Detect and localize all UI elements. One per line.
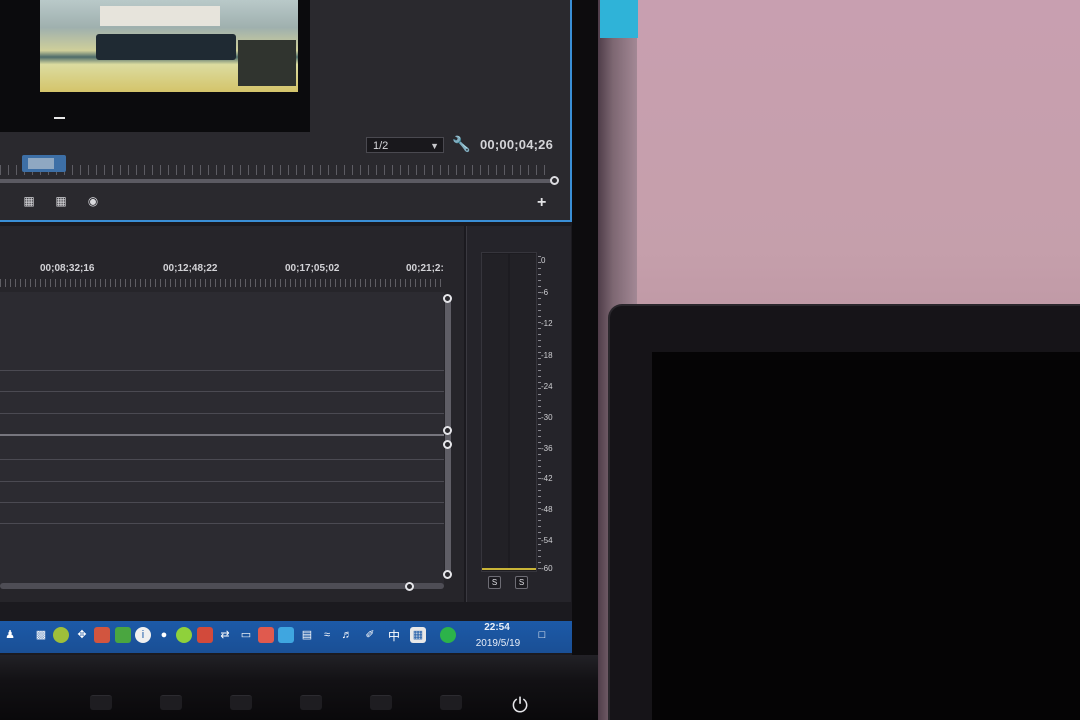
pen-icon[interactable]: ✐ [362, 627, 378, 643]
playhead-inner [28, 158, 54, 169]
app-red2-icon[interactable] [258, 627, 274, 643]
db-label: -12 [541, 319, 553, 328]
track-line [0, 370, 444, 371]
app-lime-icon[interactable] [176, 627, 192, 643]
meter-channel-left [482, 254, 508, 570]
db-label: -24 [541, 382, 553, 391]
bezel-button[interactable] [160, 695, 182, 710]
app-blue-icon[interactable] [278, 627, 294, 643]
vertical-scrollbar[interactable] [445, 298, 451, 576]
notification-icon[interactable]: □ [534, 627, 550, 643]
bezel-button[interactable] [300, 695, 322, 710]
power-icon[interactable]: ⏻ [508, 694, 532, 718]
cyan-sticker [600, 0, 638, 38]
time-ruler-ticks [0, 165, 552, 175]
monitor: 1/2 ▼ 🔧 00;00;04;26 ▦ ▦ ◉ + 00;08;32;16 … [0, 0, 598, 720]
solo-left-button[interactable]: S [488, 576, 501, 589]
wrench-icon[interactable]: 🔧 [452, 135, 471, 153]
app-green-icon[interactable] [115, 627, 131, 643]
ruler-label: 00;17;05;02 [285, 263, 340, 274]
folder-icon[interactable]: ▤ [299, 627, 315, 643]
track-line [0, 502, 444, 503]
db-label: -6 [541, 288, 549, 297]
track-line [0, 391, 444, 392]
app-red-icon[interactable] [94, 627, 110, 643]
db-label: -48 [541, 505, 553, 514]
add-button-icon[interactable]: + [537, 195, 546, 211]
move-icon[interactable]: ✥ [74, 627, 90, 643]
pet-icon[interactable] [53, 627, 69, 643]
chevron-down-icon: ▼ [430, 141, 439, 151]
meter-channel-right [510, 254, 536, 570]
info-icon[interactable]: i [135, 627, 151, 643]
wechat-icon[interactable]: ● [156, 627, 172, 643]
video-preview [0, 0, 310, 132]
solo-right-button[interactable]: S [515, 576, 528, 589]
ruler-label: 00;21;2: [406, 263, 444, 274]
ruler-label: 00;12;48;22 [163, 263, 218, 274]
track-line [0, 523, 444, 524]
scroll-handle[interactable] [443, 426, 452, 435]
photo-scene: 1/2 ▼ 🔧 00;00;04;26 ▦ ▦ ◉ + 00;08;32;16 … [0, 0, 1080, 720]
video-object [100, 6, 220, 26]
db-label: -18 [541, 351, 553, 360]
track-divider [0, 434, 444, 436]
db-label: -36 [541, 444, 553, 453]
bezel-button[interactable] [370, 695, 392, 710]
ruler-label: 00;08;32;16 [40, 263, 95, 274]
usb-icon[interactable]: ▭ [238, 627, 254, 643]
wifi-icon[interactable]: ≈ [319, 627, 335, 643]
clock-date[interactable]: 2019/5/19 [468, 638, 528, 649]
video-marker [54, 117, 65, 119]
bezel-button[interactable] [230, 695, 252, 710]
horizontal-scrollbar[interactable] [0, 583, 444, 589]
chat-icon[interactable] [440, 627, 456, 643]
app-grid-icon[interactable] [197, 627, 213, 643]
speaker-icon[interactable]: ♬ [339, 627, 355, 643]
camera-icon[interactable]: ◉ [84, 194, 102, 208]
hscroll-handle[interactable] [405, 582, 414, 591]
meter-level [482, 568, 536, 570]
scroll-handle[interactable] [443, 440, 452, 449]
bezel-button[interactable] [90, 695, 112, 710]
scroll-handle-top[interactable] [443, 294, 452, 303]
ime-indicator[interactable]: 中 [388, 627, 400, 644]
db-label: -42 [541, 474, 553, 483]
laptop-screen [652, 352, 1080, 720]
db-label: -60 [541, 564, 553, 573]
track-line [0, 413, 444, 414]
keyboard-icon[interactable]: ▦ [410, 627, 426, 643]
scale-dropdown[interactable]: 1/2 ▼ [366, 137, 444, 153]
overwrite-icon[interactable]: ▦ [52, 194, 70, 208]
video-overlay [238, 40, 296, 86]
monitor-icon[interactable]: ▩ [33, 627, 49, 643]
db-label: -30 [541, 413, 553, 422]
track-area[interactable] [0, 292, 444, 587]
db-label: 0 [541, 256, 546, 265]
timeline-ruler[interactable] [0, 279, 444, 287]
person-icon[interactable]: ♟ [2, 627, 18, 643]
track-line [0, 481, 444, 482]
zoom-handle[interactable] [550, 176, 559, 185]
scrub-bar[interactable] [0, 179, 556, 183]
timecode-display: 00;00;04;26 [480, 137, 554, 152]
db-label: -54 [541, 536, 553, 545]
sync-icon[interactable]: ⇄ [217, 627, 233, 643]
bezel-button[interactable] [440, 695, 462, 710]
track-line [0, 459, 444, 460]
clock-time[interactable]: 22:54 [482, 622, 512, 633]
scroll-handle-bottom[interactable] [443, 570, 452, 579]
video-vehicle [96, 34, 236, 60]
insert-icon[interactable]: ▦ [20, 194, 38, 208]
scale-value: 1/2 [373, 140, 389, 152]
